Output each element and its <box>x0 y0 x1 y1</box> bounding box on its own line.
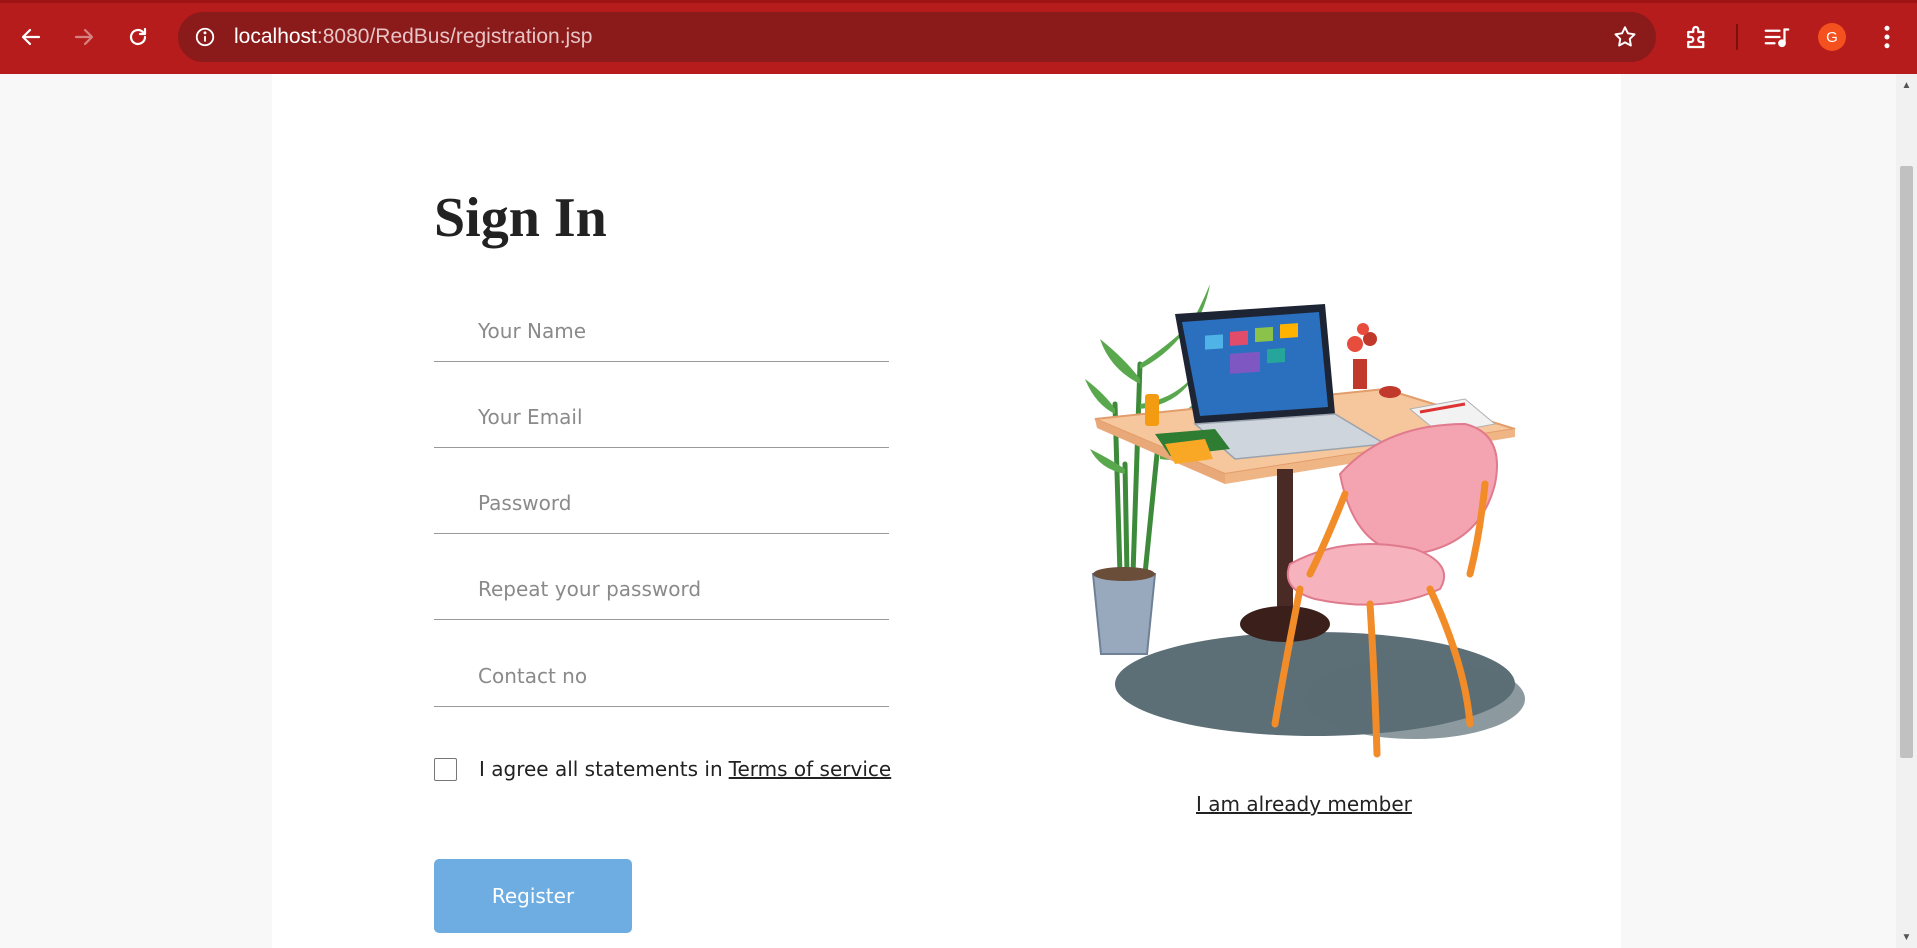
url-text: localhost:8080/RedBus/registration.jsp <box>234 25 592 49</box>
password-input[interactable] <box>478 486 878 520</box>
page-viewport: Sign In I agree all statements in Terms … <box>0 74 1896 948</box>
small-bottle <box>1145 394 1159 426</box>
extensions-button[interactable] <box>1682 22 1712 52</box>
browser-menu-button[interactable] <box>1872 22 1902 52</box>
address-bar[interactable]: localhost:8080/RedBus/registration.jsp <box>178 12 1656 62</box>
password-field <box>434 476 889 534</box>
forward-button[interactable] <box>66 19 102 55</box>
repeat-password-field <box>434 562 889 620</box>
already-member-link[interactable]: I am already member <box>1196 792 1412 816</box>
terms-of-service-link[interactable]: Terms of service <box>729 757 892 781</box>
arrow-right-icon <box>74 28 94 46</box>
star-icon <box>1614 26 1636 47</box>
url-path: :8080/RedBus/registration.jsp <box>316 25 593 48</box>
tab-strip-edge <box>0 0 1917 3</box>
toolbar-divider <box>1736 24 1738 50</box>
desk-base <box>1240 606 1330 642</box>
floor-shadow-soft <box>1305 659 1525 739</box>
register-button[interactable]: Register <box>434 859 632 933</box>
terms-agreement-row: I agree all statements in Terms of servi… <box>434 756 891 782</box>
bookmark-button[interactable] <box>1612 24 1638 50</box>
puzzle-icon <box>1687 25 1705 49</box>
reload-icon <box>129 27 147 46</box>
url-host: localhost <box>234 25 317 48</box>
back-button[interactable] <box>13 19 49 55</box>
registration-card: Sign In I agree all statements in Terms … <box>272 74 1621 948</box>
flower-vase <box>1353 359 1367 389</box>
reload-button[interactable] <box>120 19 156 55</box>
agree-label: I agree all statements in <box>479 757 723 781</box>
name-field <box>434 304 889 362</box>
tea-cup <box>1379 386 1401 398</box>
browser-toolbar: localhost:8080/RedBus/registration.jsp G <box>0 0 1917 74</box>
site-info-button[interactable] <box>192 24 218 50</box>
page-scrollbar[interactable]: ▲ ▼ <box>1896 74 1917 948</box>
arrow-left-icon <box>21 28 41 46</box>
email-input[interactable] <box>478 400 878 434</box>
kebab-menu-icon <box>1884 25 1890 49</box>
repeat-password-input[interactable] <box>478 572 878 606</box>
profile-avatar[interactable]: G <box>1818 23 1846 51</box>
scroll-down-arrow-icon[interactable]: ▼ <box>1896 930 1917 944</box>
agree-checkbox[interactable] <box>434 757 457 781</box>
scroll-up-arrow-icon[interactable]: ▲ <box>1896 78 1917 92</box>
plant-pot <box>1091 573 1157 655</box>
media-controls-button[interactable] <box>1762 22 1792 52</box>
contact-input[interactable] <box>478 659 878 693</box>
desk-leg <box>1277 469 1293 619</box>
page-title: Sign In <box>434 187 607 249</box>
name-input[interactable] <box>478 314 878 348</box>
email-field <box>434 390 889 448</box>
contact-field <box>434 649 889 707</box>
media-queue-icon <box>1764 28 1790 48</box>
scroll-thumb[interactable] <box>1900 166 1913 758</box>
desk-illustration <box>1085 284 1525 758</box>
info-icon <box>195 27 215 47</box>
